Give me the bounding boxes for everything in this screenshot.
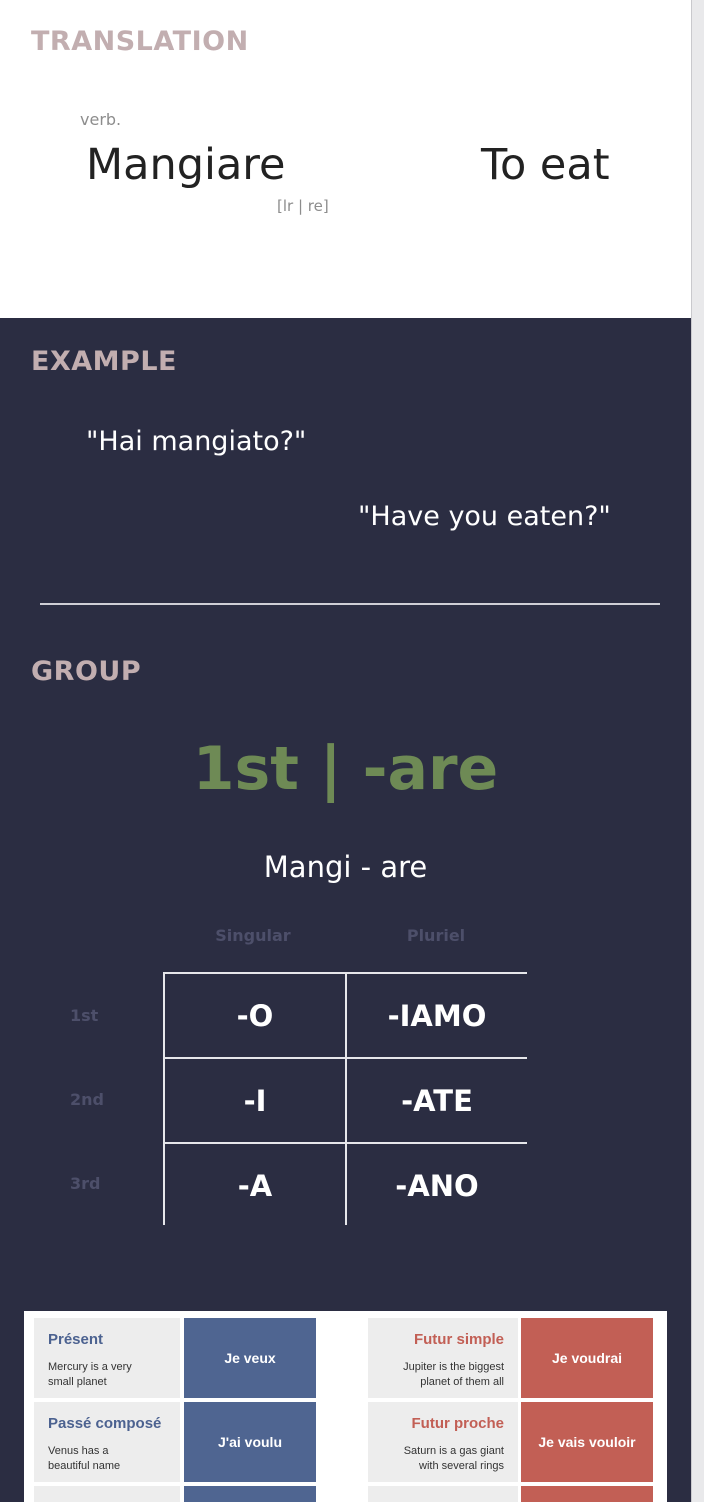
column-header-plural: Pluriel <box>406 926 466 945</box>
tense-card: Passé composé Venus has a beautiful name <box>34 1402 180 1482</box>
example-heading: EXAMPLE <box>31 346 177 377</box>
tense-card: Futur proche Saturn is a gas giant with … <box>368 1402 518 1482</box>
tense-description-line: Jupiter is the biggest <box>403 1361 504 1373</box>
tense-description-line: with several rings <box>419 1460 504 1472</box>
ending-cell: -O <box>165 974 345 1057</box>
verb-stem: Mangi - are <box>263 850 428 884</box>
ending-cell: -ATE <box>347 1059 527 1142</box>
row-header-third: 3rd <box>70 1174 101 1193</box>
section-divider <box>40 603 660 605</box>
column-header-singular: Singular <box>215 926 291 945</box>
tense-example-block <box>184 1486 316 1502</box>
tense-card: Futur simple Jupiter is the biggest plan… <box>368 1318 518 1398</box>
tense-description-line: beautiful name <box>48 1460 121 1472</box>
group-heading: GROUP <box>31 656 142 687</box>
ending-cell: -ANO <box>347 1144 527 1227</box>
tense-description-line: Venus has a <box>48 1445 109 1457</box>
italian-word: Mangiare <box>86 140 286 190</box>
ending-cell: -IAMO <box>347 974 527 1057</box>
tense-title: Passé composé <box>48 1415 162 1432</box>
translation-heading: TRANSLATION <box>31 26 249 57</box>
tense-description-line: small planet <box>48 1376 107 1388</box>
ending-table: -O -IAMO -I -ATE -A -ANO <box>163 972 527 1227</box>
translation-section: TRANSLATION verb. Mangiare To eat [lr | … <box>0 0 691 318</box>
tense-title: Présent <box>48 1331 104 1348</box>
tense-card <box>368 1486 518 1502</box>
tense-card: Présent Mercury is a very small planet <box>34 1318 180 1398</box>
tense-example-block: Je vais vouloir <box>521 1402 653 1482</box>
tense-card <box>34 1486 180 1502</box>
english-word: To eat <box>481 140 610 190</box>
tense-example-block <box>521 1486 653 1502</box>
flashcard-page: TRANSLATION verb. Mangiare To eat [lr | … <box>0 0 692 1502</box>
tense-description-line: Mercury is a very <box>48 1361 132 1373</box>
tense-description-line: planet of them all <box>420 1376 504 1388</box>
tense-example-block: J'ai voulu <box>184 1402 316 1482</box>
ending-cell: -A <box>165 1144 345 1227</box>
row-header-second: 2nd <box>70 1090 104 1109</box>
part-of-speech: verb. <box>80 110 122 129</box>
pronunciation: [lr | re] <box>277 197 329 215</box>
tense-title: Futur proche <box>411 1415 505 1432</box>
conjugation-group-label: 1st | -are <box>192 734 499 804</box>
example-english: "Have you eaten?" <box>358 501 611 532</box>
tense-description-line: Saturn is a gas giant <box>403 1445 504 1457</box>
tense-example-block: Je voudrai <box>521 1318 653 1398</box>
ending-cell: -I <box>165 1059 345 1142</box>
tense-slide-preview: Présent Mercury is a very small planet J… <box>24 1311 667 1502</box>
tense-example-block: Je veux <box>184 1318 316 1398</box>
row-header-first: 1st <box>70 1006 99 1025</box>
tense-title: Futur simple <box>413 1331 504 1348</box>
example-italian: "Hai mangiato?" <box>86 426 307 457</box>
